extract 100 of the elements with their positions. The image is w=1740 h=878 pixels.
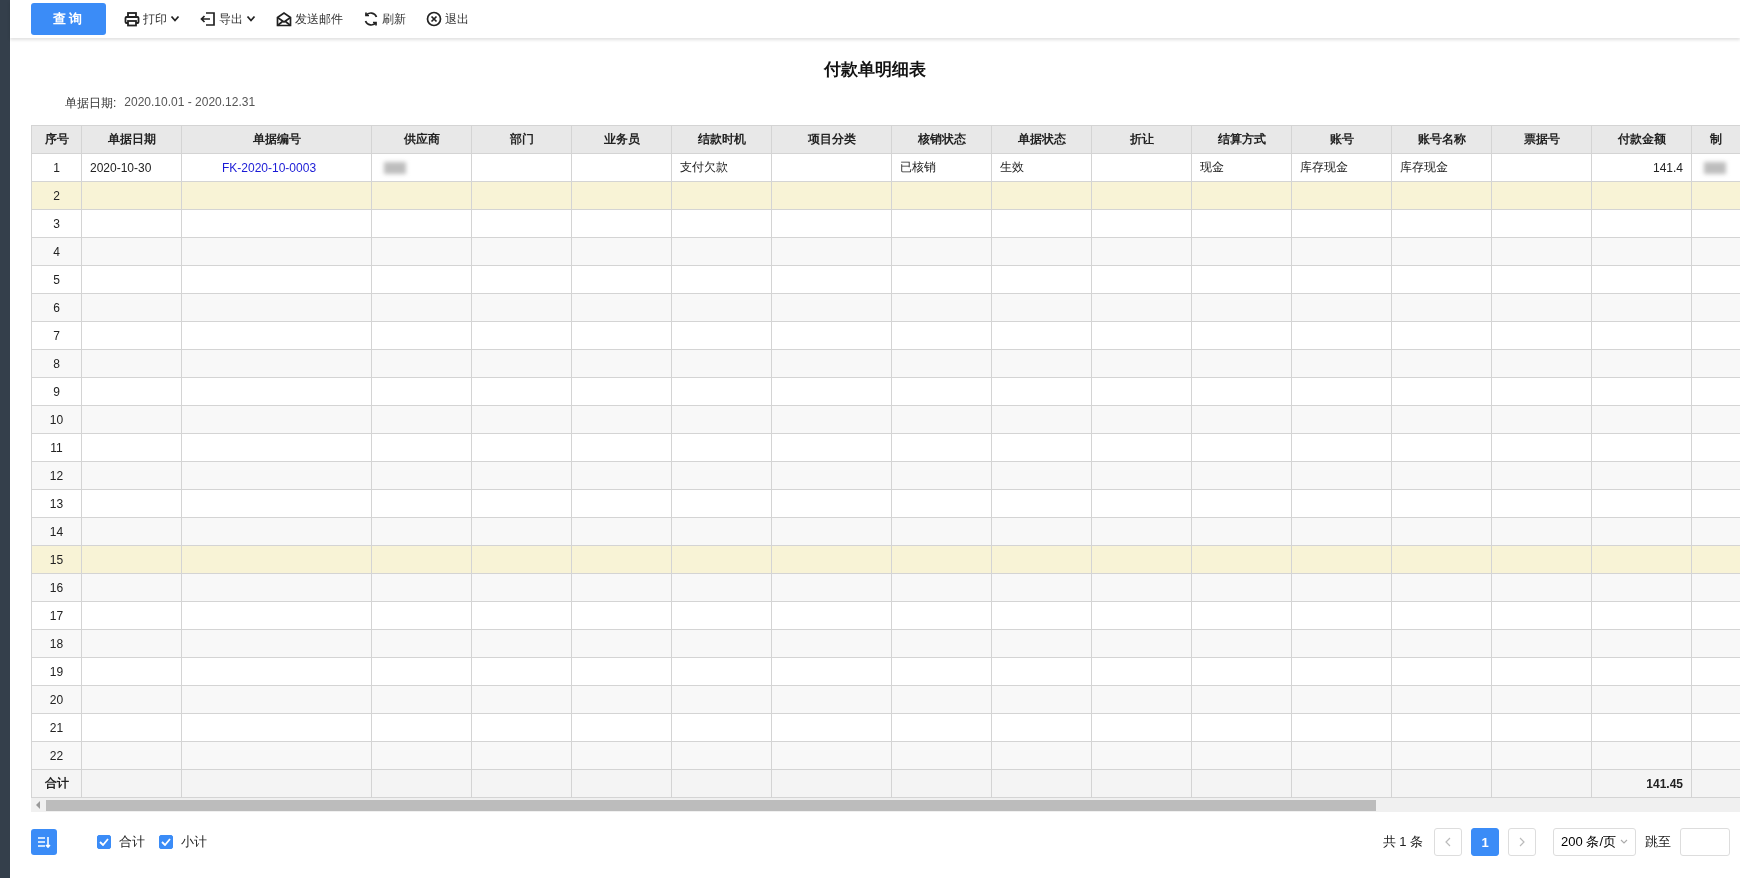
column-header[interactable]: 单据状态 [991,125,1092,154]
total-count: 共 1 条 [1382,833,1424,851]
toolbar-button[interactable]: 打印 [124,10,180,28]
table-cell: 支付欠款 [680,160,728,174]
column-header[interactable]: 核销状态 [891,125,992,154]
refresh-icon [363,11,379,27]
table-row[interactable]: 15 [31,545,1740,574]
column-header[interactable]: 结款时机 [671,125,772,154]
chevron-left-icon [1445,837,1452,847]
page-size-select[interactable]: 200 条/页 [1553,828,1636,856]
table-cell: 生效 [1000,160,1024,174]
redacted-block [1704,162,1726,175]
row-number: 14 [49,524,64,539]
toolbar-button[interactable]: 发送邮件 [276,10,343,28]
table-cell: 现金 [1200,160,1224,174]
row-number: 6 [53,300,60,315]
table-row[interactable]: 11 [31,433,1740,462]
table-row[interactable]: 22 [31,741,1740,770]
table-row[interactable]: 21 [31,713,1740,742]
table-row[interactable]: 1 2020-10-30 FK-2020-10-0003 支付欠款 已核销 生效 现金 库存现金 库存现金 141.4 [31,153,1740,182]
row-number: 21 [49,720,64,735]
table-cell: 已核销 [900,160,936,174]
column-header[interactable]: 账号 [1291,125,1392,154]
column-header[interactable]: 项目分类 [771,125,892,154]
column-settings-button[interactable] [31,829,57,855]
column-header[interactable]: 制 [1691,125,1740,154]
report-title: 付款单明细表 [824,59,926,81]
row-number: 5 [53,272,60,287]
printer-icon [124,11,140,27]
export-icon [200,11,216,27]
table-row[interactable]: 14 [31,517,1740,546]
table-row[interactable]: 3 [31,209,1740,238]
row-number: 3 [53,216,60,231]
table-row[interactable]: 9 [31,377,1740,406]
caret-icon [1620,839,1628,845]
row-number: 22 [49,748,64,763]
table-cell: 库存现金 [1300,160,1348,174]
table-row[interactable]: 4 [31,237,1740,266]
table-row[interactable]: 20 [31,685,1740,714]
toolbar-button[interactable]: 退出 [426,10,469,28]
row-number: 13 [49,496,64,511]
row-number: 4 [53,244,60,259]
column-header[interactable]: 付款金额 [1591,125,1692,154]
chevron-right-icon [1519,837,1526,847]
table-row[interactable]: 16 [31,573,1740,602]
column-header[interactable]: 折让 [1091,125,1192,154]
column-header[interactable]: 单据日期 [81,125,182,154]
table-row[interactable]: 12 [31,461,1740,490]
column-header[interactable]: 票据号 [1491,125,1592,154]
row-number: 15 [49,552,64,567]
jump-label: 跳至 [1645,833,1671,851]
column-header[interactable]: 部门 [471,125,572,154]
table-row[interactable]: 5 [31,265,1740,294]
table-row[interactable]: 13 [31,489,1740,518]
redacted-block [384,162,406,175]
list-sort-icon [37,835,51,849]
scroll-left-icon[interactable] [36,801,40,809]
toolbar-button[interactable]: 刷新 [363,10,406,28]
table-row[interactable]: 18 [31,629,1740,658]
next-page-button[interactable] [1508,828,1537,856]
table-row[interactable]: 6 [31,293,1740,322]
row-number: 10 [49,412,64,427]
horizontal-scrollbar[interactable] [31,798,1740,812]
envelope-icon [276,11,292,27]
row-number: 20 [49,692,64,707]
column-header[interactable]: 序号 [31,125,82,154]
table-row[interactable]: 17 [31,601,1740,630]
row-number: 7 [53,328,60,343]
total-label: 合计 [44,776,69,790]
table-row[interactable]: 19 [31,657,1740,686]
column-header[interactable]: 账号名称 [1391,125,1492,154]
row-number: 2 [53,188,60,203]
column-header[interactable]: 业务员 [571,125,672,154]
checkbox-label: 合计 [119,833,145,851]
row-number: 12 [49,468,64,483]
page-number-field[interactable] [1680,828,1730,856]
checkbox-label: 小计 [181,833,207,851]
row-number: 11 [50,440,63,455]
row-number: 17 [49,608,64,623]
table-cell: 141.45 [1646,776,1683,791]
toolbar-button[interactable]: 导出 [200,10,256,28]
table-row[interactable]: 8 [31,349,1740,378]
previous-page-button[interactable] [1434,828,1463,856]
row-number: 1 [53,160,60,175]
row-number: 8 [53,356,60,371]
column-header[interactable]: 供应商 [371,125,472,154]
check-icon [99,838,109,846]
check-icon [161,838,171,846]
column-header[interactable]: 结算方式 [1191,125,1292,154]
table-cell: 2020-10-30 [90,160,152,175]
checkbox[interactable] [159,835,173,849]
checkbox[interactable] [97,835,111,849]
table-row[interactable]: 2 [31,181,1740,210]
column-header[interactable]: 单据编号 [181,125,372,154]
row-number: 16 [49,580,64,595]
table-cell: 141.4 [1652,160,1683,175]
scrollbar-thumb[interactable] [46,799,1376,811]
table-row[interactable]: 7 [31,321,1740,350]
table-row[interactable]: 10 [31,405,1740,434]
close-circle-icon [426,11,442,27]
